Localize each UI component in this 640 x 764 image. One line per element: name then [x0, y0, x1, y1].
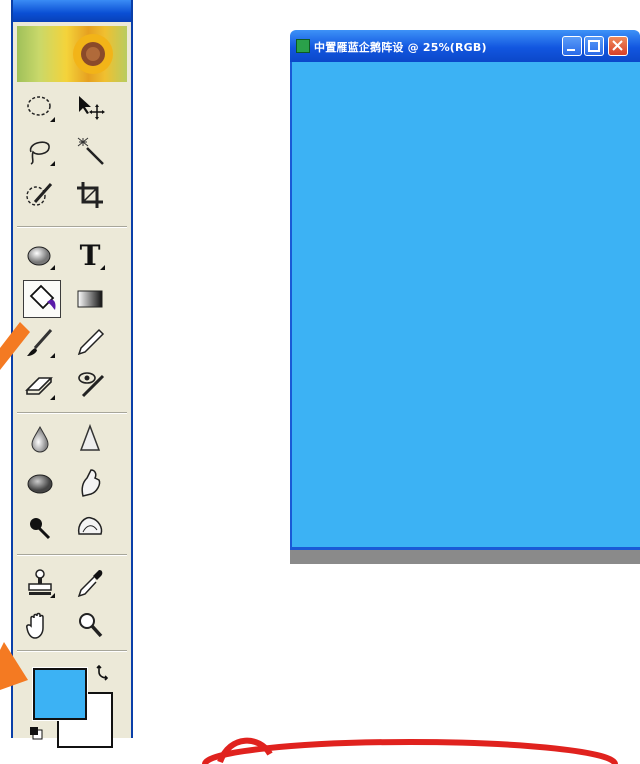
- sharpen-tool[interactable]: [71, 420, 109, 458]
- document-titlebar[interactable]: 中置雁蓝企鹅阵设 @ 25%(RGB): [290, 30, 640, 62]
- sponge-tool-icon: [27, 474, 53, 494]
- sunflower-icon: [73, 34, 113, 74]
- document-app-icon: [296, 39, 310, 53]
- crop-tool[interactable]: [71, 176, 109, 214]
- burn-tool[interactable]: [21, 508, 59, 546]
- sponge-tool[interactable]: [21, 464, 59, 502]
- close-icon: [612, 40, 623, 51]
- burn-tool-icon: [30, 518, 51, 540]
- eraser-tool-icon: [25, 377, 53, 395]
- sharpen-tool-icon: [79, 423, 101, 451]
- blur-tool-icon: [31, 425, 49, 453]
- eyedropper-tool[interactable]: [71, 564, 109, 602]
- maximize-icon: [588, 40, 600, 52]
- magic-wand-tool-icon: [77, 137, 104, 165]
- selection-brush-tool[interactable]: [21, 176, 59, 214]
- selection-brush-icon: [26, 183, 53, 206]
- toolbox-titlebar[interactable]: [13, 0, 131, 22]
- move-tool[interactable]: [71, 88, 109, 126]
- eraser-tool[interactable]: [21, 366, 59, 404]
- toolbox-divider: [17, 226, 127, 228]
- gradient-tool-icon: [77, 290, 103, 308]
- shape-tool-icon: [27, 246, 51, 266]
- type-tool-icon: T: [79, 238, 101, 272]
- gradient-tool[interactable]: [71, 280, 109, 318]
- toolbox-divider: [17, 554, 127, 556]
- color-swatches: [13, 652, 131, 748]
- eyedropper-tool-icon: [77, 570, 103, 598]
- maximize-button[interactable]: [584, 36, 604, 56]
- toolbox-divider: [17, 412, 127, 414]
- default-colors-icon[interactable]: [29, 726, 43, 740]
- image-canvas[interactable]: [290, 62, 640, 550]
- dodge-tool-icon: [77, 516, 103, 535]
- document-title: 中置雁蓝企鹅阵设 @ 25%(RGB): [314, 41, 487, 54]
- zoom-tool[interactable]: [71, 606, 109, 644]
- dodge-tool[interactable]: [71, 508, 109, 546]
- zoom-tool-icon: [79, 613, 103, 638]
- type-tool[interactable]: T: [71, 236, 109, 274]
- red-eye-brush-tool[interactable]: [71, 366, 109, 404]
- swap-colors-icon[interactable]: [95, 664, 111, 682]
- red-circle-annotation: [202, 737, 618, 764]
- paint-bucket-tool-icon: [29, 284, 56, 310]
- document-window: 中置雁蓝企鹅阵设 @ 25%(RGB): [290, 30, 640, 564]
- lasso-tool-icon: [29, 141, 50, 165]
- pencil-tool[interactable]: [71, 324, 109, 362]
- app-logo: [17, 26, 127, 82]
- lasso-tool[interactable]: [21, 132, 59, 170]
- blur-tool[interactable]: [21, 420, 59, 458]
- marquee-tool[interactable]: [21, 88, 59, 126]
- smudge-tool[interactable]: [71, 464, 109, 502]
- magic-wand-tool[interactable]: [71, 132, 109, 170]
- paint-bucket-tool[interactable]: [23, 280, 61, 318]
- crop-tool-icon: [77, 182, 103, 208]
- move-tool-icon: [79, 96, 105, 120]
- clone-stamp-tool[interactable]: [21, 564, 59, 602]
- foreground-color-swatch[interactable]: [32, 667, 88, 721]
- shape-tool[interactable]: [21, 236, 59, 274]
- clone-stamp-tool-icon: [28, 569, 52, 595]
- arrow-annotation-icon: [0, 322, 30, 370]
- arrow-annotation-icon: [0, 642, 28, 690]
- document-statusbar: [290, 550, 640, 564]
- minimize-icon: [567, 49, 575, 51]
- close-button[interactable]: [608, 36, 628, 56]
- smudge-tool-icon: [81, 469, 101, 497]
- marquee-tool-icon: [27, 96, 51, 116]
- pencil-tool-icon: [77, 328, 105, 356]
- minimize-button[interactable]: [562, 36, 582, 56]
- hand-tool[interactable]: [21, 606, 59, 644]
- red-eye-brush-icon: [78, 372, 105, 398]
- hand-tool-icon: [26, 612, 44, 639]
